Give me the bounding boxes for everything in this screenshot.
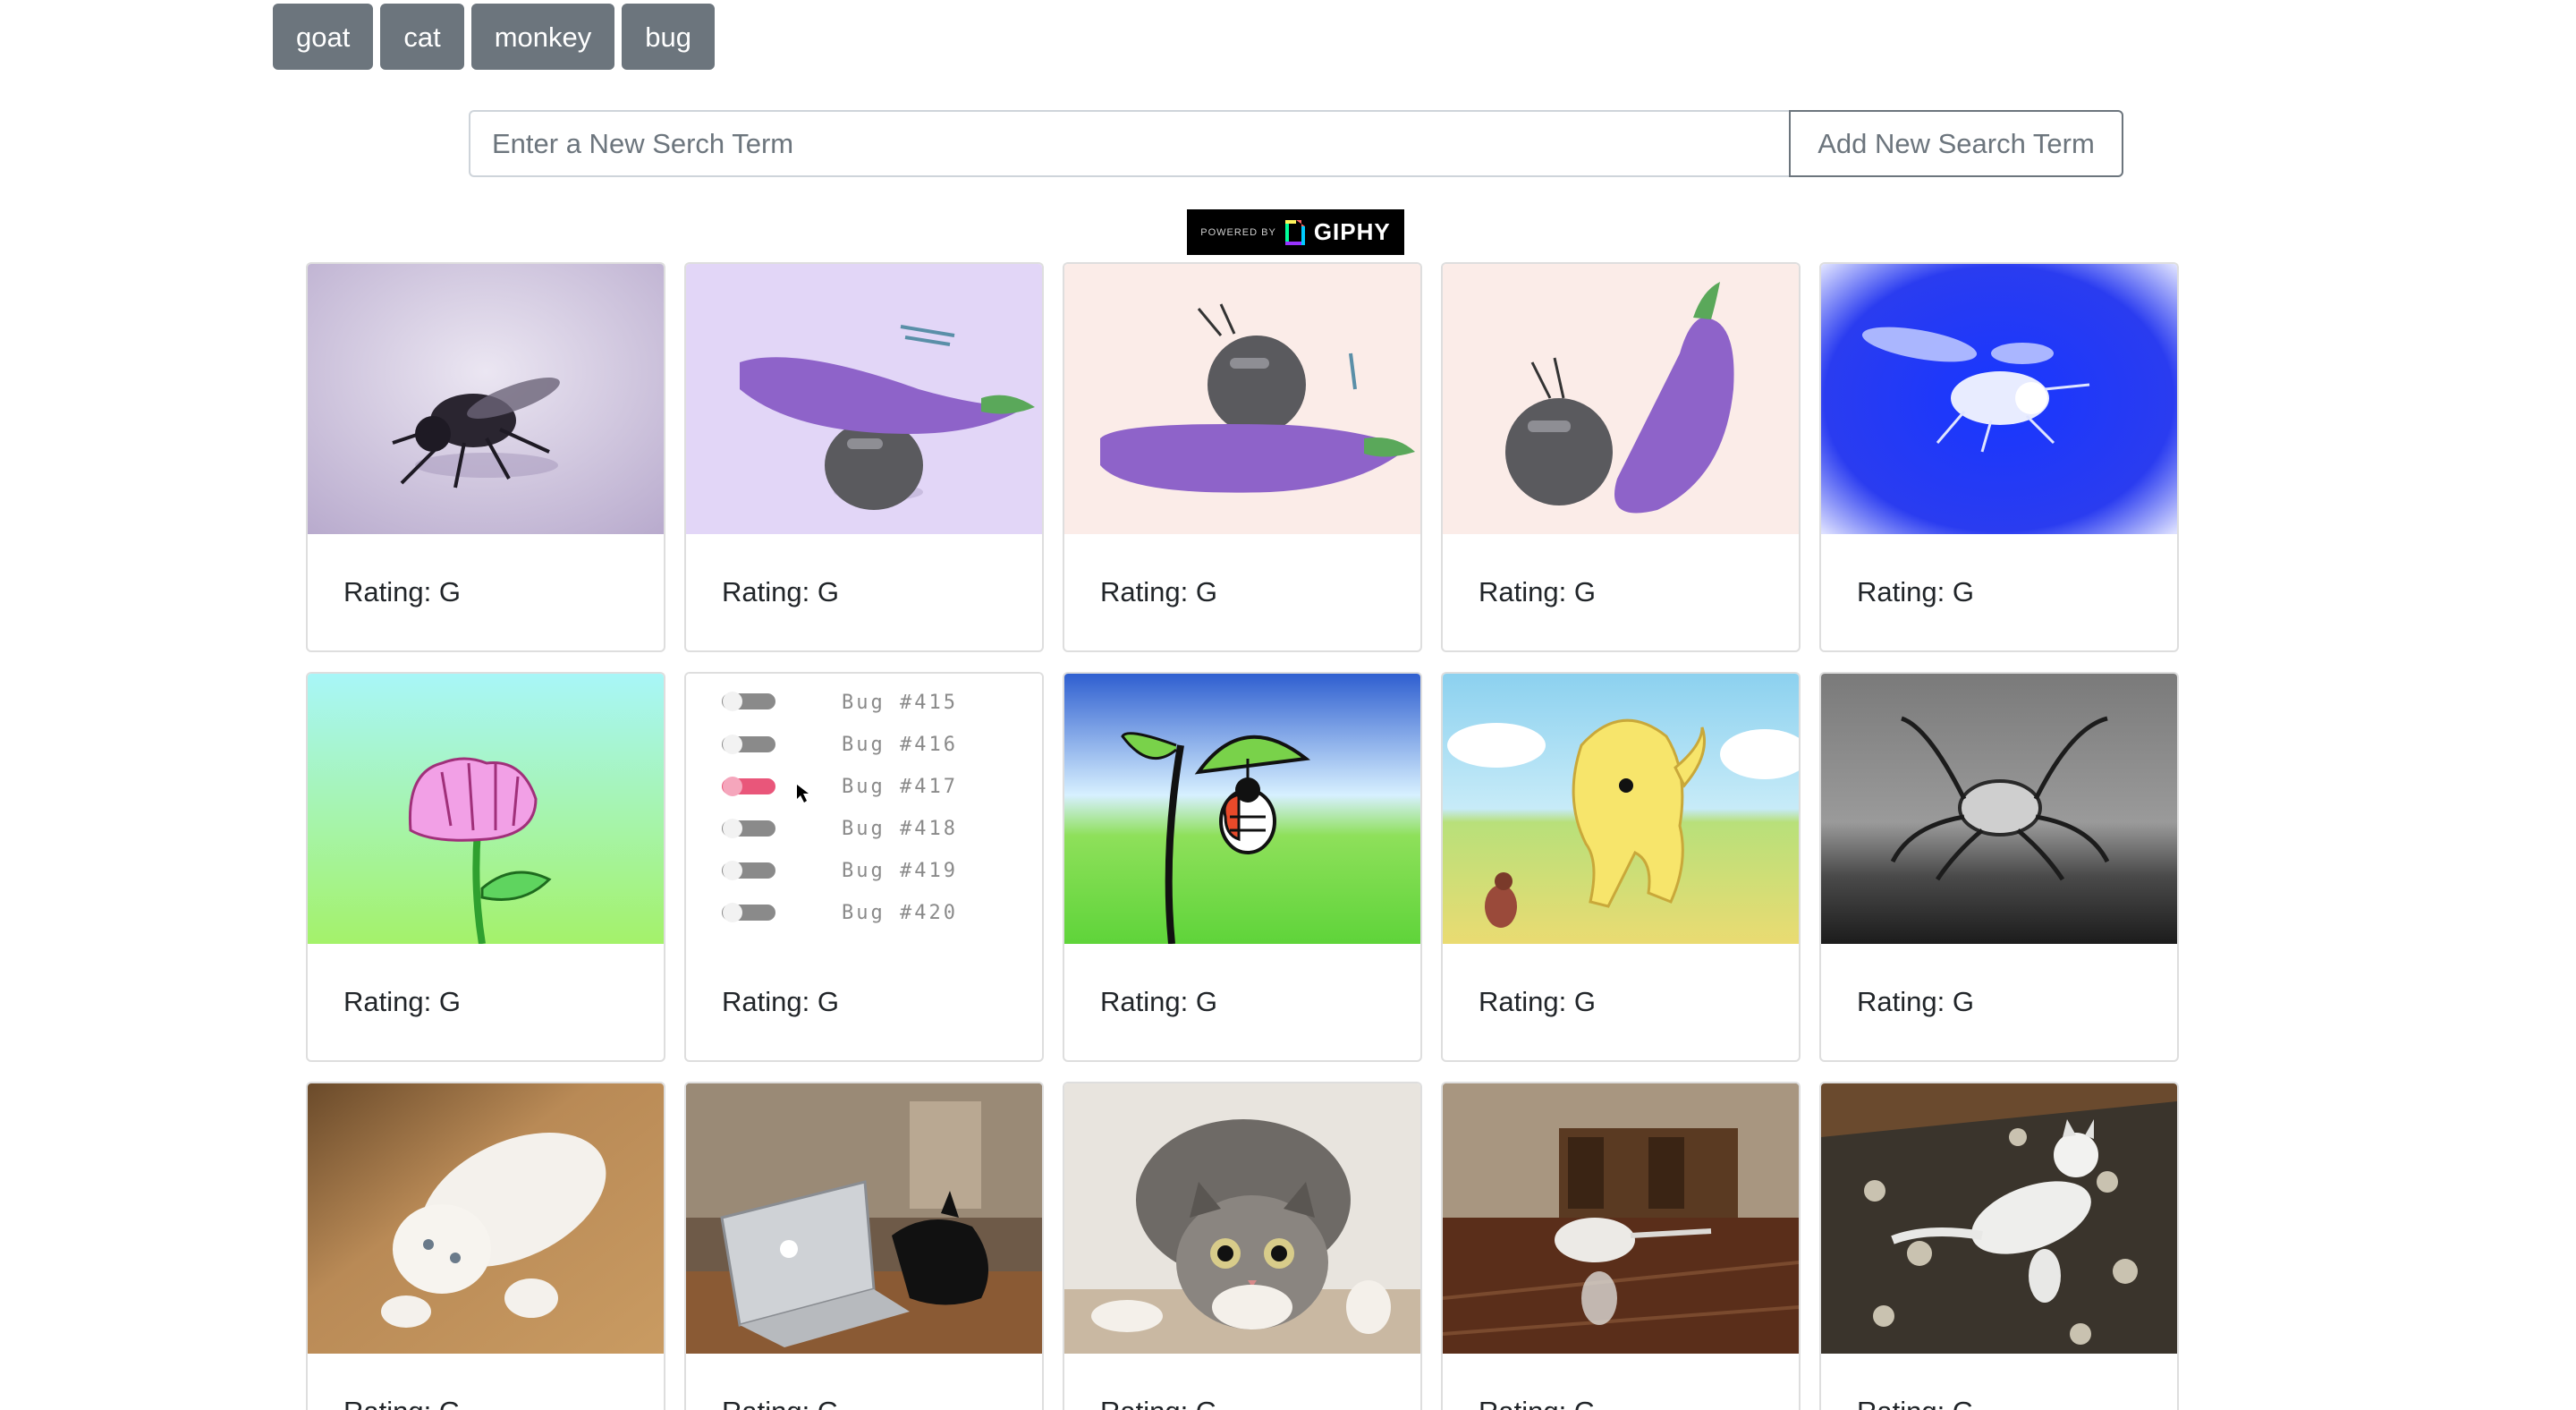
bug-list-item: Bug #419	[842, 860, 958, 882]
search-term-input[interactable]	[469, 110, 1789, 177]
gif-rating: Rating: G	[1443, 1354, 1799, 1410]
gif-card[interactable]: Rating: G	[1063, 1082, 1422, 1410]
gif-image-cartoon-dog-and-bug[interactable]	[1443, 674, 1799, 944]
topic-button-bug[interactable]: bug	[622, 4, 715, 70]
gif-image-pink-flower[interactable]	[308, 674, 664, 944]
gif-card[interactable]: Rating: G	[684, 1082, 1044, 1410]
gif-rating: Rating: G	[1479, 576, 1596, 607]
gif-image-white-kitten[interactable]	[308, 1083, 664, 1354]
gif-search-page: goat cat monkey bug Add New Search Term …	[0, 0, 2576, 1410]
gif-rating: Rating: G	[722, 576, 839, 607]
gif-rating: Rating: G	[1479, 986, 1596, 1017]
gif-card[interactable]: Rating: G	[1441, 672, 1801, 1062]
gif-rating: Rating: G	[1064, 1354, 1420, 1410]
gif-card[interactable]: Rating: G	[306, 1082, 665, 1410]
gif-image-ladybug-leaf-umbrella[interactable]	[1064, 674, 1420, 944]
gif-image-cat-behind-laptop[interactable]	[686, 1083, 1042, 1354]
gif-image-bug-pushing-eggplant[interactable]	[1443, 264, 1799, 534]
gif-image-housefly[interactable]	[308, 264, 664, 534]
gif-rating: Rating: G	[1857, 576, 1974, 607]
gif-image-cat-on-wood-floor[interactable]	[1443, 1083, 1799, 1354]
topic-button-bar: goat cat monkey bug	[273, 4, 715, 70]
gif-image-bug-carrying-eggplant[interactable]	[686, 264, 1042, 534]
giphy-logo-icon	[1284, 219, 1305, 245]
gif-image-crouching-tabby-cat[interactable]	[1064, 1083, 1420, 1354]
gif-card[interactable]: Rating: G	[306, 262, 665, 652]
gif-card[interactable]: Rating: G	[1063, 672, 1422, 1062]
gif-image-bug-toggle-list[interactable]: Bug #415 Bug #416 Bug #417 Bug #418 Bug …	[686, 674, 1042, 944]
topic-button-cat[interactable]: cat	[380, 4, 464, 70]
gif-card[interactable]: Rating: G	[1819, 262, 2179, 652]
search-form: Add New Search Term	[469, 110, 2123, 177]
topic-button-monkey[interactable]: monkey	[470, 4, 615, 70]
gif-grid: Rating: G Rating: G Rating: G Rating: G …	[306, 262, 2184, 1410]
gif-rating: Rating: G	[722, 986, 839, 1017]
gif-rating: Rating: G	[308, 1354, 664, 1410]
gif-image-blue-fly[interactable]	[1821, 264, 2177, 534]
gif-card[interactable]: Rating: G	[306, 672, 665, 1062]
gif-image-bug-riding-eggplant[interactable]	[1064, 264, 1420, 534]
gif-card[interactable]: Rating: G	[1441, 262, 1801, 652]
gif-card[interactable]: Rating: G	[1441, 1082, 1801, 1410]
bug-list-item: Bug #418	[842, 818, 958, 840]
gif-card[interactable]: Rating: G	[684, 262, 1044, 652]
gif-image-cat-jumping-on-rug[interactable]	[1821, 1083, 2177, 1354]
gif-card[interactable]: Rating: G	[1819, 1082, 2179, 1410]
gif-card[interactable]: Bug #415 Bug #416 Bug #417 Bug #418 Bug …	[684, 672, 1044, 1062]
bug-list-item: Bug #420	[842, 902, 958, 924]
gif-rating: Rating: G	[686, 1354, 1042, 1410]
powered-by-giphy-badge: POWERED BY GIPHY	[1187, 209, 1404, 255]
bug-list-item: Bug #415	[842, 692, 958, 714]
gif-rating: Rating: G	[1821, 1354, 2177, 1410]
gif-card[interactable]: Rating: G	[1063, 262, 1422, 652]
powered-by-text: POWERED BY	[1200, 226, 1276, 238]
gif-rating: Rating: G	[1100, 986, 1217, 1017]
giphy-brand-text: GIPHY	[1313, 218, 1391, 245]
gif-rating: Rating: G	[343, 576, 461, 607]
gif-rating: Rating: G	[1857, 986, 1974, 1017]
bug-list-item: Bug #417	[842, 776, 958, 798]
add-search-term-button[interactable]: Add New Search Term	[1789, 110, 2123, 177]
bug-list-item: Bug #416	[842, 734, 958, 756]
gif-image-spider-robot[interactable]	[1821, 674, 2177, 944]
topic-button-goat[interactable]: goat	[273, 4, 374, 70]
gif-rating: Rating: G	[343, 986, 461, 1017]
gif-card[interactable]: Rating: G	[1819, 672, 2179, 1062]
gif-rating: Rating: G	[1100, 576, 1217, 607]
